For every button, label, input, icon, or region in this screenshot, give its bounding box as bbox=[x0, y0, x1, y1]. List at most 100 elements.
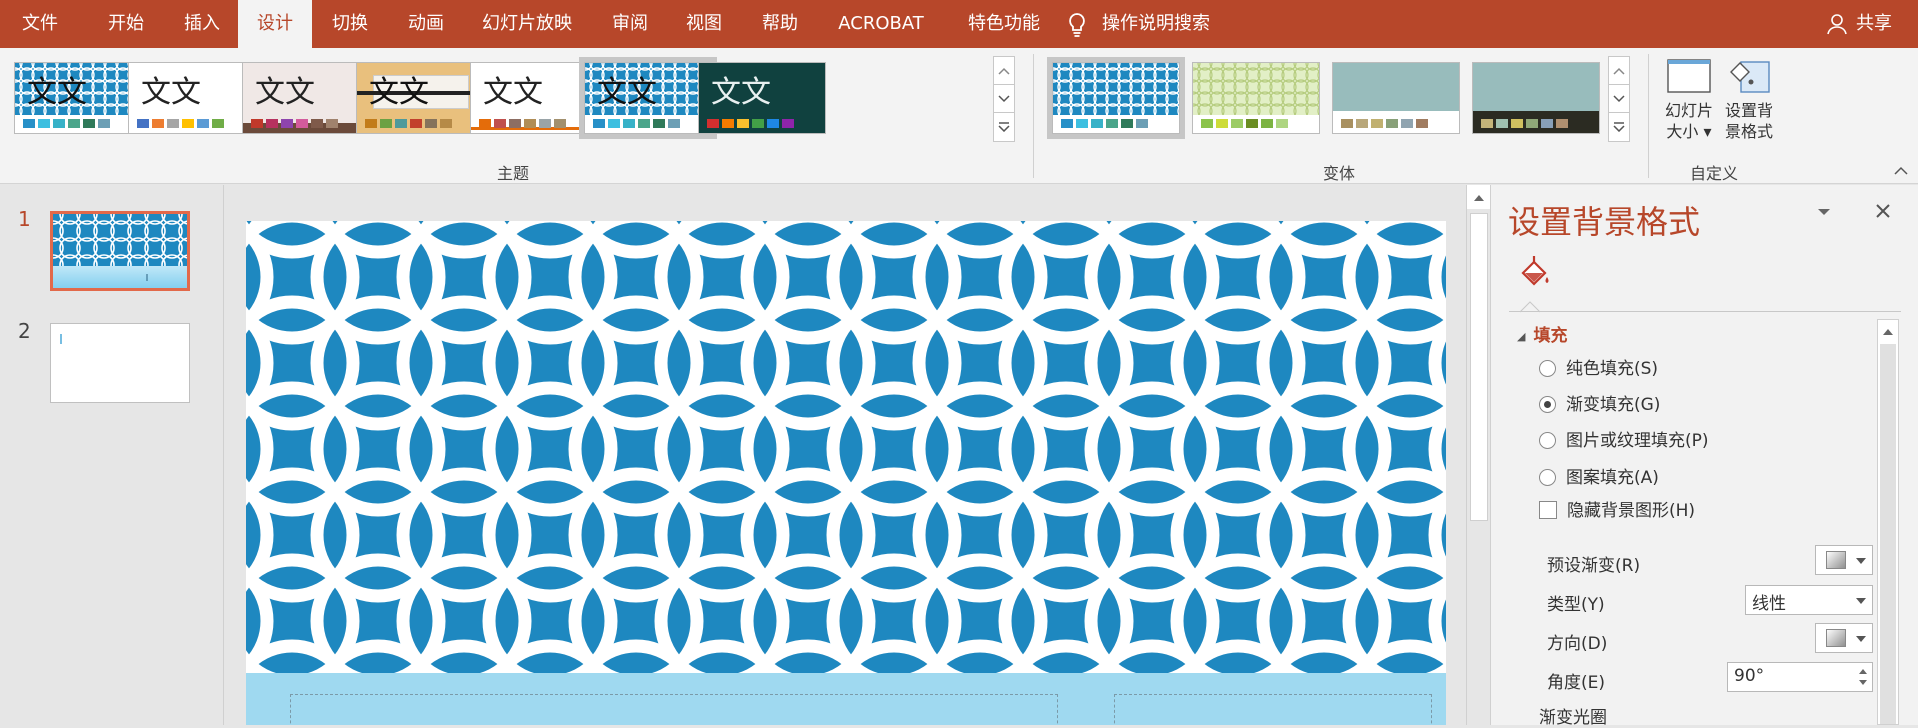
slide-size-label-2: 大小 ▾ bbox=[1666, 122, 1712, 141]
radio-pattern[interactable] bbox=[1539, 469, 1556, 486]
variant-color-swatches bbox=[1341, 119, 1428, 129]
variants-gallery-scroll bbox=[1608, 56, 1630, 142]
slide-size-button[interactable]: 幻灯片 大小 ▾ bbox=[1656, 56, 1722, 142]
angle-spinner[interactable]: 90° bbox=[1727, 662, 1873, 692]
variants-down-button[interactable] bbox=[1609, 85, 1629, 113]
tab-insert[interactable]: 插入 bbox=[164, 0, 240, 48]
hide-bg-graphics-label: 隐藏背景图形(H) bbox=[1567, 501, 1696, 521]
tab-help[interactable]: 帮助 bbox=[742, 0, 818, 48]
direction-dropdown[interactable] bbox=[1815, 623, 1873, 653]
theme-thumbnail-4[interactable]: 文文 bbox=[356, 62, 484, 134]
theme-thumbnail-2[interactable]: 文文 bbox=[128, 62, 256, 134]
paint-bucket-icon[interactable] bbox=[1513, 253, 1555, 293]
tab-review[interactable]: 审阅 bbox=[592, 0, 668, 48]
menu-bar: 文件 开始 插入 设计 切换 动画 幻灯片放映 审阅 视图 帮助 ACROBAT… bbox=[0, 0, 1918, 48]
gallery-more-button[interactable] bbox=[994, 113, 1014, 141]
pane-options-icon[interactable] bbox=[1817, 208, 1831, 217]
tab-animations[interactable]: 动画 bbox=[388, 0, 464, 48]
themes-gallery-scroll bbox=[993, 56, 1015, 142]
direction-label: 方向(D) bbox=[1547, 634, 1608, 654]
theme-thumbnail-1[interactable]: 文文 bbox=[14, 62, 142, 134]
gallery-up-button[interactable] bbox=[994, 57, 1014, 85]
fill-section-header[interactable]: ◢ 填充 bbox=[1517, 321, 1567, 346]
gallery-down-button[interactable] bbox=[994, 85, 1014, 113]
chevron-down-icon bbox=[1856, 558, 1866, 564]
theme-sample-text: 文文 bbox=[597, 75, 657, 110]
type-label: 类型(Y) bbox=[1547, 595, 1605, 615]
tab-slideshow[interactable]: 幻灯片放映 bbox=[468, 0, 586, 48]
slide-size-icon bbox=[1667, 59, 1711, 93]
format-background-button[interactable]: 设置背 景格式 bbox=[1718, 56, 1780, 142]
slide-thumb-blank bbox=[60, 334, 62, 344]
tab-acrobat[interactable]: ACROBAT bbox=[826, 0, 936, 48]
theme-thumbnail-7[interactable]: 文文 bbox=[698, 62, 826, 134]
spinner-arrows-icon[interactable] bbox=[1858, 666, 1868, 688]
editor-vertical-scrollbar[interactable] bbox=[1466, 185, 1490, 725]
gradient-fill-label: 渐变填充(G) bbox=[1566, 395, 1661, 415]
collapse-ribbon-icon[interactable] bbox=[1894, 166, 1908, 176]
preset-gradient-label: 预设渐变(R) bbox=[1547, 556, 1641, 576]
pane-scrollbar[interactable] bbox=[1877, 319, 1899, 725]
hide-bg-graphics-option[interactable]: 隐藏背景图形(H) bbox=[1539, 499, 1695, 523]
variant-thumbnail-3[interactable] bbox=[1332, 62, 1460, 134]
variant-color-swatches bbox=[1061, 119, 1148, 129]
theme-sample-text: 文文 bbox=[255, 75, 315, 110]
theme-color-swatches bbox=[251, 119, 338, 129]
variant-thumbnail-1[interactable] bbox=[1047, 57, 1185, 139]
group-separator bbox=[1648, 54, 1649, 178]
slide-editing-area bbox=[225, 185, 1465, 725]
customize-group-label: 自定义 bbox=[1690, 164, 1739, 183]
preset-gradient-dropdown[interactable] bbox=[1815, 545, 1873, 575]
theme-color-swatches bbox=[707, 119, 794, 129]
variant-color-swatches bbox=[1481, 119, 1568, 129]
scroll-thumb[interactable] bbox=[1470, 213, 1488, 521]
variant-thumbnail-2[interactable] bbox=[1192, 62, 1320, 134]
angle-value: 90° bbox=[1734, 666, 1765, 686]
tab-view[interactable]: 视图 bbox=[666, 0, 742, 48]
theme-color-swatches bbox=[479, 119, 566, 129]
theme-sample-text: 文文 bbox=[369, 75, 429, 110]
gradient-stops-label: 渐变光圈 bbox=[1539, 708, 1607, 728]
tab-file[interactable]: 文件 bbox=[0, 0, 80, 48]
collapse-triangle-icon: ◢ bbox=[1517, 329, 1526, 343]
radio-solid[interactable] bbox=[1539, 360, 1556, 377]
variants-up-button[interactable] bbox=[1609, 57, 1629, 85]
theme-color-swatches bbox=[23, 119, 110, 129]
lightbulb-icon bbox=[1069, 13, 1085, 37]
scroll-up-button[interactable] bbox=[1467, 185, 1490, 209]
theme-thumbnail-5[interactable]: 文文 bbox=[470, 62, 598, 134]
radio-picture[interactable] bbox=[1539, 432, 1556, 449]
hide-bg-graphics-checkbox[interactable] bbox=[1539, 501, 1557, 519]
variant-thumbnail-4[interactable] bbox=[1472, 62, 1600, 134]
theme-color-swatches bbox=[137, 119, 224, 129]
gradient-type-dropdown[interactable]: 线性 bbox=[1745, 585, 1873, 615]
tab-home[interactable]: 开始 bbox=[88, 0, 164, 48]
tab-transitions[interactable]: 切换 bbox=[312, 0, 388, 48]
theme-color-swatches bbox=[365, 119, 452, 129]
format-background-pane: 设置背景格式 ◢ 填充 纯色填充(S) 渐变填充(G) 图片或纹理填充(P) 图案… bbox=[1490, 185, 1918, 728]
slide-thumb-pattern bbox=[53, 214, 187, 288]
slide-number: 2 bbox=[18, 319, 31, 343]
solid-fill-option[interactable]: 纯色填充(S) bbox=[1539, 357, 1658, 381]
gradient-fill-option[interactable]: 渐变填充(G) bbox=[1539, 393, 1660, 417]
variants-more-button[interactable] bbox=[1609, 113, 1629, 141]
pane-scroll-up-button[interactable] bbox=[1878, 320, 1898, 342]
radio-gradient[interactable] bbox=[1539, 396, 1556, 413]
subtitle-placeholder[interactable] bbox=[1114, 694, 1432, 725]
slide-thumbnail-1[interactable] bbox=[50, 211, 190, 291]
slide-thumbnail-2[interactable] bbox=[50, 323, 190, 403]
ribbon-design: 文文 文文 文文 文文 文文 文文 文文 主题 变体 幻灯片 大小 ▾ 设置背 景格式 自定… bbox=[0, 48, 1918, 184]
pattern-fill-option[interactable]: 图案填充(A) bbox=[1539, 466, 1659, 490]
title-placeholder[interactable] bbox=[290, 694, 1058, 725]
tab-features[interactable]: 特色功能 bbox=[952, 0, 1056, 48]
theme-thumbnail-3[interactable]: 文文 bbox=[242, 62, 370, 134]
close-icon[interactable] bbox=[1875, 203, 1891, 219]
tab-design[interactable]: 设计 bbox=[238, 0, 312, 48]
theme-sample-text: 文文 bbox=[27, 75, 87, 110]
theme-thumbnail-6[interactable]: 文文 bbox=[579, 57, 717, 139]
pane-scroll-thumb[interactable] bbox=[1880, 344, 1896, 724]
slide-canvas[interactable] bbox=[246, 221, 1446, 725]
picture-fill-option[interactable]: 图片或纹理填充(P) bbox=[1539, 429, 1709, 453]
slide-size-label-1: 幻灯片 bbox=[1664, 101, 1713, 120]
chevron-down-icon bbox=[1856, 636, 1866, 642]
